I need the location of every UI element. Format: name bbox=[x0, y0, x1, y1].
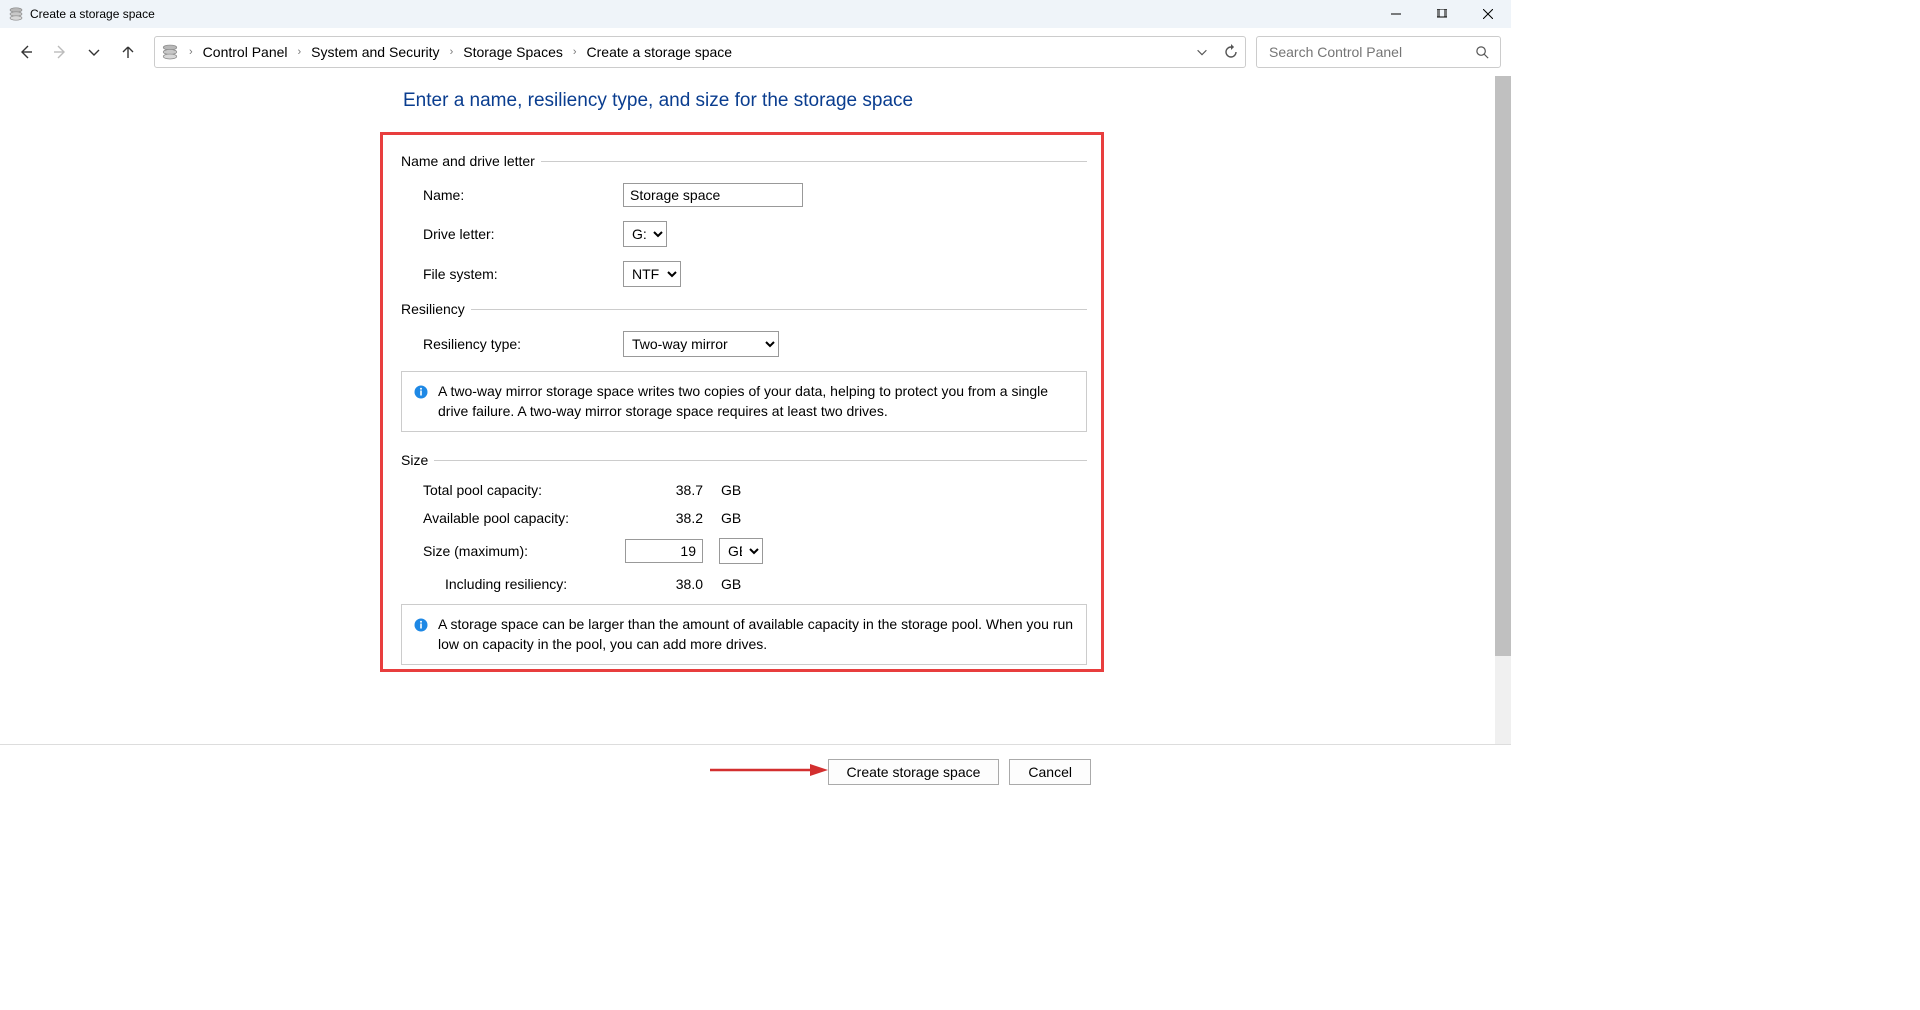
search-icon bbox=[1475, 45, 1490, 60]
address-bar[interactable]: › Control Panel › System and Security › … bbox=[154, 36, 1246, 68]
available-pool-unit: GB bbox=[721, 510, 741, 526]
chevron-right-icon: › bbox=[298, 46, 302, 58]
section-resiliency: Resiliency bbox=[401, 301, 1087, 317]
forward-button[interactable] bbox=[44, 36, 76, 68]
chevron-right-icon: › bbox=[189, 46, 193, 58]
back-button[interactable] bbox=[10, 36, 42, 68]
scrollbar-thumb[interactable] bbox=[1495, 76, 1511, 656]
breadcrumb-item[interactable]: Create a storage space bbox=[587, 44, 733, 60]
resiliency-type-label: Resiliency type: bbox=[423, 336, 623, 352]
search-input[interactable] bbox=[1267, 43, 1457, 61]
chevron-right-icon: › bbox=[573, 46, 577, 58]
drive-letter-select[interactable]: G: bbox=[623, 221, 667, 247]
section-name-drive: Name and drive letter bbox=[401, 153, 1087, 169]
info-icon bbox=[414, 385, 428, 399]
size-max-unit-select[interactable]: GB bbox=[719, 538, 763, 564]
maximize-button[interactable] bbox=[1419, 0, 1465, 28]
info-icon bbox=[414, 618, 428, 632]
resiliency-info-text: A two-way mirror storage space writes tw… bbox=[438, 382, 1074, 421]
file-system-select[interactable]: NTFS bbox=[623, 261, 681, 287]
including-res-unit: GB bbox=[721, 576, 741, 592]
name-input[interactable] bbox=[623, 183, 803, 207]
create-storage-space-button[interactable]: Create storage space bbox=[828, 759, 1000, 785]
recent-locations-button[interactable] bbox=[78, 36, 110, 68]
minimize-button[interactable] bbox=[1373, 0, 1419, 28]
breadcrumb-item[interactable]: Storage Spaces bbox=[463, 44, 563, 60]
close-button[interactable] bbox=[1465, 0, 1511, 28]
breadcrumb-item[interactable]: System and Security bbox=[311, 44, 439, 60]
resiliency-info-box: A two-way mirror storage space writes tw… bbox=[401, 371, 1087, 432]
resiliency-type-select[interactable]: Two-way mirror bbox=[623, 331, 779, 357]
drive-letter-label: Drive letter: bbox=[423, 226, 623, 242]
including-res-label: Including resiliency: bbox=[445, 576, 673, 592]
window-title: Create a storage space bbox=[30, 7, 155, 21]
total-pool-unit: GB bbox=[721, 482, 741, 498]
available-pool-label: Available pool capacity: bbox=[423, 510, 673, 526]
total-pool-value: 38.7 bbox=[673, 482, 703, 498]
page-title: Enter a name, resiliency type, and size … bbox=[403, 90, 1511, 112]
size-info-box: A storage space can be larger than the a… bbox=[401, 604, 1087, 665]
cancel-button[interactable]: Cancel bbox=[1009, 759, 1091, 785]
file-system-label: File system: bbox=[423, 266, 623, 282]
name-label: Name: bbox=[423, 187, 623, 203]
refresh-icon[interactable] bbox=[1223, 44, 1239, 60]
size-max-input[interactable] bbox=[625, 539, 703, 563]
annotation-arrow-icon bbox=[710, 750, 830, 790]
including-res-value: 38.0 bbox=[673, 576, 703, 592]
size-info-text: A storage space can be larger than the a… bbox=[438, 615, 1074, 654]
available-pool-value: 38.2 bbox=[673, 510, 703, 526]
total-pool-label: Total pool capacity: bbox=[423, 482, 673, 498]
section-size: Size bbox=[401, 452, 1087, 468]
form-highlight-box: Name and drive letter Name: Drive letter… bbox=[380, 132, 1104, 672]
storage-spaces-icon bbox=[8, 6, 24, 22]
chevron-down-icon[interactable] bbox=[1195, 45, 1209, 59]
breadcrumb-item[interactable]: Control Panel bbox=[203, 44, 288, 60]
search-box[interactable] bbox=[1256, 36, 1501, 68]
chevron-right-icon: › bbox=[450, 46, 454, 58]
storage-spaces-icon bbox=[161, 43, 179, 61]
up-button[interactable] bbox=[112, 36, 144, 68]
